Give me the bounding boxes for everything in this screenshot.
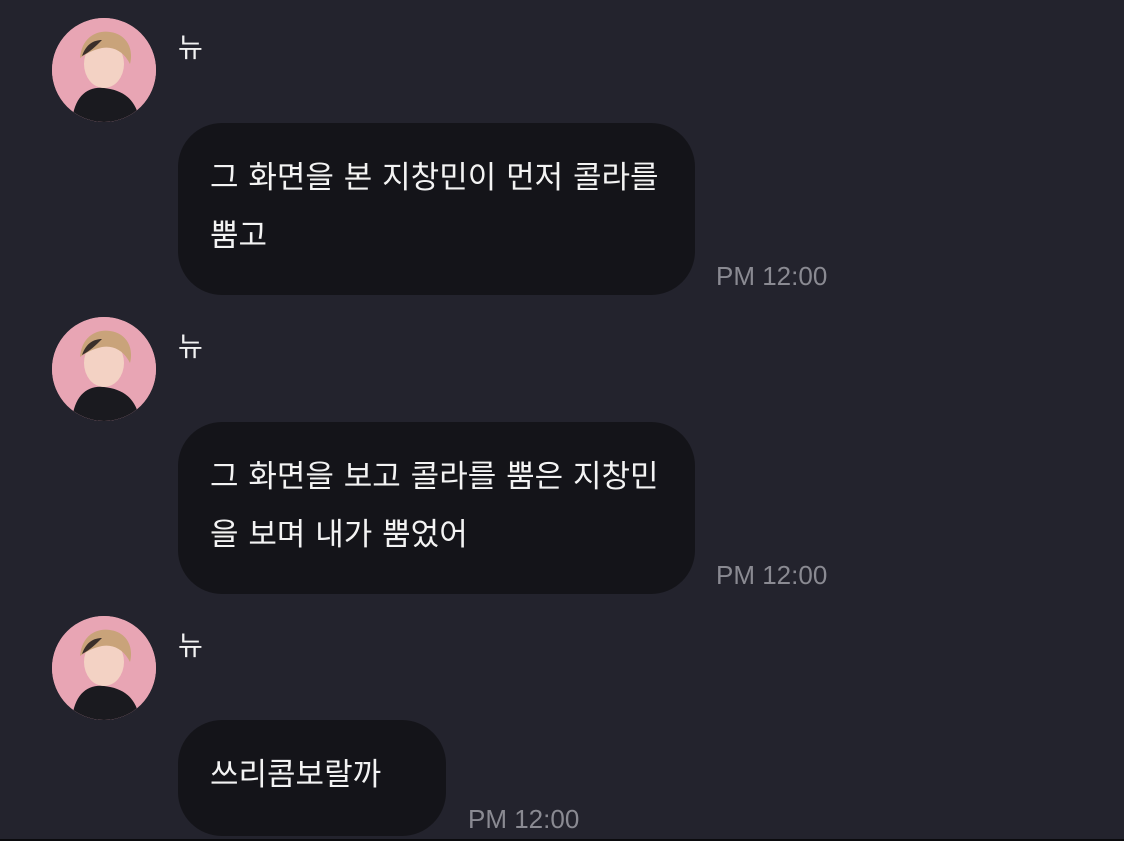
sender-name: 뉴 (178, 332, 203, 363)
message-timestamp: PM 12:00 (716, 560, 828, 590)
avatar[interactable] (52, 317, 156, 421)
sender-name: 뉴 (178, 33, 203, 64)
avatar-image (52, 616, 156, 720)
message-timestamp: PM 12:00 (716, 261, 828, 291)
chat-view: 뉴 그 화면을 본 지창민이 먼저 콜라를 뿜고 PM 12:00 뉴 그 화면… (0, 0, 1124, 841)
message-bubble[interactable]: 그 화면을 보고 콜라를 뿜은 지창민을 보며 내가 뿜었어 (178, 422, 695, 594)
avatar[interactable] (52, 616, 156, 720)
avatar[interactable] (52, 18, 156, 122)
avatar-image (52, 317, 156, 421)
message-timestamp: PM 12:00 (468, 804, 580, 834)
message-bubble[interactable]: 그 화면을 본 지창민이 먼저 콜라를 뿜고 (178, 123, 695, 295)
avatar-image (52, 18, 156, 122)
message-bubble[interactable]: 쓰리콤보랄까 (178, 720, 446, 836)
sender-name: 뉴 (178, 631, 203, 662)
